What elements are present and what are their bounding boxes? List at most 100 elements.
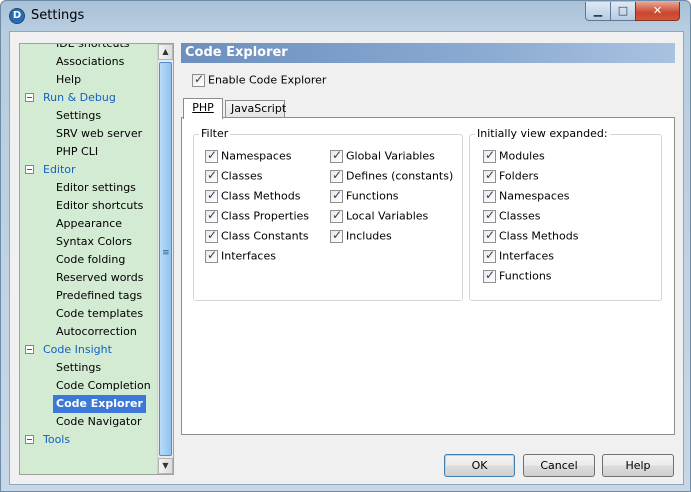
app-logo-icon: D [9, 8, 25, 24]
tree-item[interactable]: Settings [20, 107, 157, 125]
tree-item-label: Code Explorer [53, 395, 146, 413]
option-checkbox[interactable]: Local Variables [330, 208, 428, 223]
option-checkbox[interactable]: Namespaces [483, 188, 569, 203]
close-button[interactable]: ✕ [635, 2, 680, 21]
enable-code-explorer-checkbox[interactable]: Enable Code Explorer [192, 72, 326, 87]
tree-item[interactable]: Editor shortcuts [20, 197, 157, 215]
checkbox-checked-icon[interactable] [205, 228, 218, 243]
collapse-icon[interactable] [25, 93, 34, 102]
checkbox-label: Functions [346, 189, 399, 203]
checkbox-checked-icon[interactable] [205, 168, 218, 183]
collapse-icon[interactable] [25, 165, 34, 174]
tree-category[interactable]: Code Insight [20, 341, 157, 359]
option-checkbox[interactable]: Class Methods [483, 228, 579, 243]
checkbox-checked-icon[interactable] [205, 188, 218, 203]
checkbox-checked-icon[interactable] [205, 208, 218, 223]
tree-item[interactable]: Syntax Colors [20, 233, 157, 251]
tree-item[interactable]: Associations [20, 53, 157, 71]
tree-item[interactable]: Help [20, 71, 157, 89]
tree-item[interactable]: SRV web server [20, 125, 157, 143]
checkbox-checked-icon[interactable] [205, 148, 218, 163]
checkbox-checked-icon[interactable] [483, 248, 496, 263]
cancel-button[interactable]: Cancel [523, 454, 595, 477]
tree-category[interactable]: Tools [20, 431, 157, 449]
scroll-up-arrow-icon[interactable]: ▲ [158, 44, 173, 60]
checkbox-label: Interfaces [499, 249, 554, 263]
tree-item-label: Help [56, 73, 82, 86]
checkbox-checked-icon[interactable] [330, 148, 343, 163]
tree-item-label: Code folding [56, 253, 126, 266]
settings-tree[interactable]: IDE shortcuts Associations Help Run & Debug… [19, 43, 174, 475]
checkbox-label: Classes [499, 209, 541, 223]
tree-item[interactable]: Code Navigator [20, 413, 157, 431]
tree-category[interactable]: Run & Debug [20, 89, 157, 107]
maximize-button[interactable]: □ [610, 2, 636, 21]
option-checkbox[interactable]: Classes [205, 168, 262, 183]
option-checkbox[interactable]: Interfaces [483, 248, 554, 263]
collapse-icon[interactable] [25, 435, 34, 444]
tree-item[interactable]: IDE shortcuts [20, 44, 157, 53]
option-checkbox[interactable]: Modules [483, 148, 545, 163]
checkbox-checked-icon[interactable] [330, 208, 343, 223]
checkbox-label: Modules [499, 149, 545, 163]
tree-item[interactable]: Predefined tags [20, 287, 157, 305]
option-checkbox[interactable]: Defines (constants) [330, 168, 453, 183]
tree-item-label: Run & Debug [43, 91, 116, 104]
title-bar[interactable]: D Settings ▁ □ ✕ [1, 1, 690, 31]
tree-item[interactable]: Autocorrection [20, 323, 157, 341]
checkbox-checked-icon[interactable] [205, 248, 218, 263]
option-checkbox[interactable]: Folders [483, 168, 539, 183]
help-button[interactable]: Help [602, 454, 674, 477]
checkbox-checked-icon[interactable] [483, 228, 496, 243]
tree-item[interactable]: Reserved words [20, 269, 157, 287]
tree-item-label: Editor shortcuts [56, 199, 144, 212]
tree-item-label: Associations [56, 55, 125, 68]
tree-item-label: PHP CLI [56, 145, 99, 158]
checkbox-checked-icon[interactable] [483, 148, 496, 163]
scrollbar-thumb[interactable]: ≡ [159, 62, 172, 456]
checkbox-checked-icon[interactable] [483, 208, 496, 223]
tree-item[interactable]: Editor settings [20, 179, 157, 197]
tree-item[interactable]: Code Explorer [20, 395, 157, 413]
tree-item-label: Predefined tags [56, 289, 143, 302]
tab-javascript[interactable]: JavaScript [225, 100, 286, 118]
option-checkbox[interactable]: Classes [483, 208, 541, 223]
tree-category[interactable]: Editor [20, 161, 157, 179]
checkbox-checked-icon[interactable] [330, 168, 343, 183]
tree-item[interactable]: Code templates [20, 305, 157, 323]
checkbox-checked-icon[interactable] [330, 188, 343, 203]
option-checkbox[interactable]: Includes [330, 228, 392, 243]
filter-group: Filter Namespaces Classes Class Methods Cla… [193, 127, 463, 301]
checkbox-checked-icon[interactable] [330, 228, 343, 243]
option-checkbox[interactable]: Namespaces [205, 148, 291, 163]
minimize-button[interactable]: ▁ [585, 2, 611, 21]
tree-scrollbar[interactable]: ▲ ≡ ▼ [157, 44, 173, 474]
option-checkbox[interactable]: Functions [330, 188, 399, 203]
window-title: Settings [31, 8, 85, 23]
option-checkbox[interactable]: Global Variables [330, 148, 435, 163]
tree-item[interactable]: Code Completion [20, 377, 157, 395]
checkbox-label: Class Methods [499, 229, 579, 243]
checkbox-checked-icon[interactable] [483, 268, 496, 283]
tab-php[interactable]: PHP [183, 98, 223, 119]
ok-button[interactable]: OK [444, 454, 515, 477]
option-checkbox[interactable]: Class Properties [205, 208, 309, 223]
option-checkbox[interactable]: Class Methods [205, 188, 300, 203]
group-title: Filter [199, 127, 231, 140]
tree-item[interactable]: Settings [20, 359, 157, 377]
checkbox-checked-icon[interactable] [192, 72, 205, 87]
scroll-down-arrow-icon[interactable]: ▼ [158, 458, 173, 474]
checkbox-checked-icon[interactable] [483, 168, 496, 183]
option-checkbox[interactable]: Functions [483, 268, 552, 283]
tree-item[interactable]: Code folding [20, 251, 157, 269]
tab-label: PHP [192, 101, 214, 114]
option-checkbox[interactable]: Class Constants [205, 228, 309, 243]
tree-item[interactable]: PHP CLI [20, 143, 157, 161]
checkbox-label: Functions [499, 269, 552, 283]
checkbox-label: Includes [346, 229, 392, 243]
tree-item-label: IDE shortcuts [53, 44, 133, 53]
tree-item[interactable]: Appearance [20, 215, 157, 233]
option-checkbox[interactable]: Interfaces [205, 248, 276, 263]
checkbox-checked-icon[interactable] [483, 188, 496, 203]
collapse-icon[interactable] [25, 345, 34, 354]
